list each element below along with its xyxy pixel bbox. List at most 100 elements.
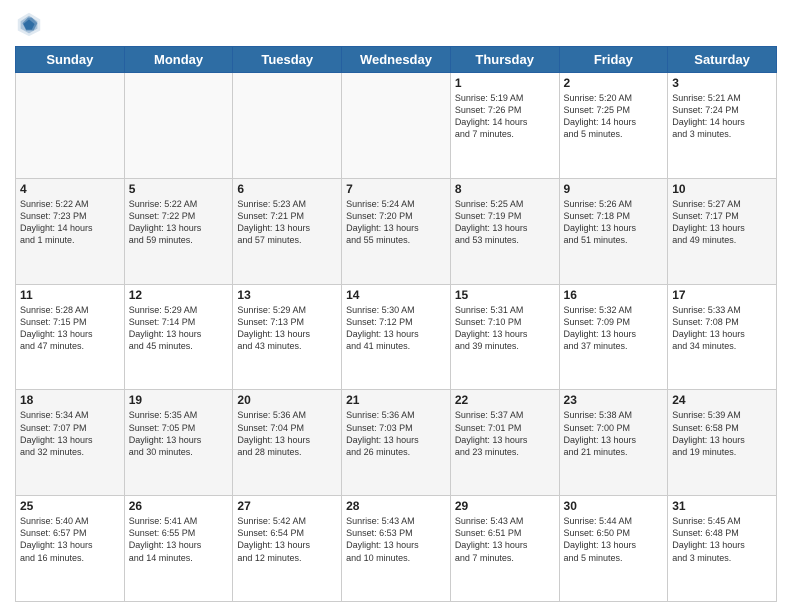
- cell-info: Sunrise: 5:22 AM Sunset: 7:23 PM Dayligh…: [20, 198, 120, 247]
- calendar-week-row: 25Sunrise: 5:40 AM Sunset: 6:57 PM Dayli…: [16, 496, 777, 602]
- day-number: 21: [346, 393, 446, 407]
- calendar-week-row: 1 Sunrise: 5:19 AM Sunset: 7:26 PM Daylig…: [16, 73, 777, 179]
- day-number: 24: [672, 393, 772, 407]
- cell-info: Sunrise: 5:45 AM Sunset: 6:48 PM Dayligh…: [672, 515, 772, 564]
- day-number: 23: [564, 393, 664, 407]
- day-number: 9: [564, 182, 664, 196]
- calendar-cell: 31 Sunrise: 5:45 AM Sunset: 6:48 PM Dayli…: [668, 496, 777, 602]
- calendar-cell: 17 Sunrise: 5:33 AM Sunset: 7:08 PM Dayli…: [668, 284, 777, 390]
- cell-info: Sunrise: 5:21 AM Sunset: 7:24 PM Dayligh…: [672, 92, 772, 141]
- day-number: 1: [455, 76, 555, 90]
- cell-info: Sunrise: 5:24 AM Sunset: 7:20 PM Dayligh…: [346, 198, 446, 247]
- day-number: 2: [564, 76, 664, 90]
- cell-info: Sunrise: 5:43 AM Sunset: 6:53 PM Dayligh…: [346, 515, 446, 564]
- cell-info: Sunrise: 5:19 AM Sunset: 7:26 PM Dayligh…: [455, 92, 555, 141]
- day-number: 7: [346, 182, 446, 196]
- dow-header: Monday: [124, 47, 233, 73]
- cell-info: Sunrise: 5:37 AM Sunset: 7:01 PM Dayligh…: [455, 409, 555, 458]
- cell-info: Sunrise: 5:42 AM Sunset: 6:54 PM Dayligh…: [237, 515, 337, 564]
- calendar-cell: [16, 73, 125, 179]
- calendar-cell: 12 Sunrise: 5:29 AM Sunset: 7:14 PM Dayli…: [124, 284, 233, 390]
- calendar-cell: 4 Sunrise: 5:22 AM Sunset: 7:23 PM Daylig…: [16, 178, 125, 284]
- day-number: 13: [237, 288, 337, 302]
- calendar-cell: [124, 73, 233, 179]
- calendar-cell: 7 Sunrise: 5:24 AM Sunset: 7:20 PM Daylig…: [342, 178, 451, 284]
- calendar-cell: 10 Sunrise: 5:27 AM Sunset: 7:17 PM Dayli…: [668, 178, 777, 284]
- logo-icon: [15, 10, 43, 38]
- day-number: 22: [455, 393, 555, 407]
- day-number: 27: [237, 499, 337, 513]
- calendar-cell: 5 Sunrise: 5:22 AM Sunset: 7:22 PM Daylig…: [124, 178, 233, 284]
- calendar-cell: 25Sunrise: 5:40 AM Sunset: 6:57 PM Dayli…: [16, 496, 125, 602]
- cell-info: Sunrise: 5:22 AM Sunset: 7:22 PM Dayligh…: [129, 198, 229, 247]
- day-number: 12: [129, 288, 229, 302]
- calendar-week-row: 4 Sunrise: 5:22 AM Sunset: 7:23 PM Daylig…: [16, 178, 777, 284]
- day-number: 6: [237, 182, 337, 196]
- cell-info: Sunrise: 5:32 AM Sunset: 7:09 PM Dayligh…: [564, 304, 664, 353]
- cell-info: Sunrise: 5:36 AM Sunset: 7:03 PM Dayligh…: [346, 409, 446, 458]
- header: [15, 10, 777, 38]
- cell-info: Sunrise: 5:43 AM Sunset: 6:51 PM Dayligh…: [455, 515, 555, 564]
- dow-header: Friday: [559, 47, 668, 73]
- cell-info: Sunrise: 5:23 AM Sunset: 7:21 PM Dayligh…: [237, 198, 337, 247]
- calendar-cell: 11 Sunrise: 5:28 AM Sunset: 7:15 PM Dayli…: [16, 284, 125, 390]
- cell-info: Sunrise: 5:29 AM Sunset: 7:13 PM Dayligh…: [237, 304, 337, 353]
- cell-info: Sunrise: 5:27 AM Sunset: 7:17 PM Dayligh…: [672, 198, 772, 247]
- dow-header: Saturday: [668, 47, 777, 73]
- day-number: 20: [237, 393, 337, 407]
- calendar-cell: 13 Sunrise: 5:29 AM Sunset: 7:13 PM Dayli…: [233, 284, 342, 390]
- day-number: 3: [672, 76, 772, 90]
- calendar-cell: 19 Sunrise: 5:35 AM Sunset: 7:05 PM Dayli…: [124, 390, 233, 496]
- calendar-cell: 18Sunrise: 5:34 AM Sunset: 7:07 PM Dayli…: [16, 390, 125, 496]
- calendar-cell: 22 Sunrise: 5:37 AM Sunset: 7:01 PM Dayli…: [450, 390, 559, 496]
- calendar-cell: 15 Sunrise: 5:31 AM Sunset: 7:10 PM Dayli…: [450, 284, 559, 390]
- cell-info: Sunrise: 5:25 AM Sunset: 7:19 PM Dayligh…: [455, 198, 555, 247]
- cell-info: Sunrise: 5:30 AM Sunset: 7:12 PM Dayligh…: [346, 304, 446, 353]
- calendar-cell: 29 Sunrise: 5:43 AM Sunset: 6:51 PM Dayli…: [450, 496, 559, 602]
- dow-header: Thursday: [450, 47, 559, 73]
- calendar-cell: 3 Sunrise: 5:21 AM Sunset: 7:24 PM Daylig…: [668, 73, 777, 179]
- cell-info: Sunrise: 5:35 AM Sunset: 7:05 PM Dayligh…: [129, 409, 229, 458]
- calendar-cell: 2 Sunrise: 5:20 AM Sunset: 7:25 PM Daylig…: [559, 73, 668, 179]
- day-number: 5: [129, 182, 229, 196]
- day-number: 15: [455, 288, 555, 302]
- day-number: 10: [672, 182, 772, 196]
- day-number: 4: [20, 182, 120, 196]
- day-number: 14: [346, 288, 446, 302]
- day-number: 16: [564, 288, 664, 302]
- calendar-cell: 21 Sunrise: 5:36 AM Sunset: 7:03 PM Dayli…: [342, 390, 451, 496]
- cell-info: Sunrise: 5:28 AM Sunset: 7:15 PM Dayligh…: [20, 304, 120, 353]
- cell-info: Sunrise: 5:38 AM Sunset: 7:00 PM Dayligh…: [564, 409, 664, 458]
- calendar-cell: 16 Sunrise: 5:32 AM Sunset: 7:09 PM Dayli…: [559, 284, 668, 390]
- calendar-cell: [233, 73, 342, 179]
- calendar-cell: 27 Sunrise: 5:42 AM Sunset: 6:54 PM Dayli…: [233, 496, 342, 602]
- dow-header: Tuesday: [233, 47, 342, 73]
- day-number: 28: [346, 499, 446, 513]
- cell-info: Sunrise: 5:26 AM Sunset: 7:18 PM Dayligh…: [564, 198, 664, 247]
- day-number: 31: [672, 499, 772, 513]
- cell-info: Sunrise: 5:33 AM Sunset: 7:08 PM Dayligh…: [672, 304, 772, 353]
- day-number: 29: [455, 499, 555, 513]
- day-number: 17: [672, 288, 772, 302]
- cell-info: Sunrise: 5:31 AM Sunset: 7:10 PM Dayligh…: [455, 304, 555, 353]
- cell-info: Sunrise: 5:29 AM Sunset: 7:14 PM Dayligh…: [129, 304, 229, 353]
- cell-info: Sunrise: 5:41 AM Sunset: 6:55 PM Dayligh…: [129, 515, 229, 564]
- calendar-cell: 8 Sunrise: 5:25 AM Sunset: 7:19 PM Daylig…: [450, 178, 559, 284]
- logo: [15, 10, 47, 38]
- calendar-body: 1 Sunrise: 5:19 AM Sunset: 7:26 PM Daylig…: [16, 73, 777, 602]
- calendar-table: SundayMondayTuesdayWednesdayThursdayFrid…: [15, 46, 777, 602]
- cell-info: Sunrise: 5:20 AM Sunset: 7:25 PM Dayligh…: [564, 92, 664, 141]
- calendar-cell: 6 Sunrise: 5:23 AM Sunset: 7:21 PM Daylig…: [233, 178, 342, 284]
- calendar-cell: [342, 73, 451, 179]
- day-number: 8: [455, 182, 555, 196]
- day-number: 11: [20, 288, 120, 302]
- cell-info: Sunrise: 5:36 AM Sunset: 7:04 PM Dayligh…: [237, 409, 337, 458]
- calendar-cell: 26Sunrise: 5:41 AM Sunset: 6:55 PM Dayli…: [124, 496, 233, 602]
- calendar-cell: 30Sunrise: 5:44 AM Sunset: 6:50 PM Dayli…: [559, 496, 668, 602]
- calendar-cell: 14 Sunrise: 5:30 AM Sunset: 7:12 PM Dayli…: [342, 284, 451, 390]
- day-number: 19: [129, 393, 229, 407]
- cell-info: Sunrise: 5:40 AM Sunset: 6:57 PM Dayligh…: [20, 515, 120, 564]
- calendar-cell: 28 Sunrise: 5:43 AM Sunset: 6:53 PM Dayli…: [342, 496, 451, 602]
- dow-header: Sunday: [16, 47, 125, 73]
- page: SundayMondayTuesdayWednesdayThursdayFrid…: [0, 0, 792, 612]
